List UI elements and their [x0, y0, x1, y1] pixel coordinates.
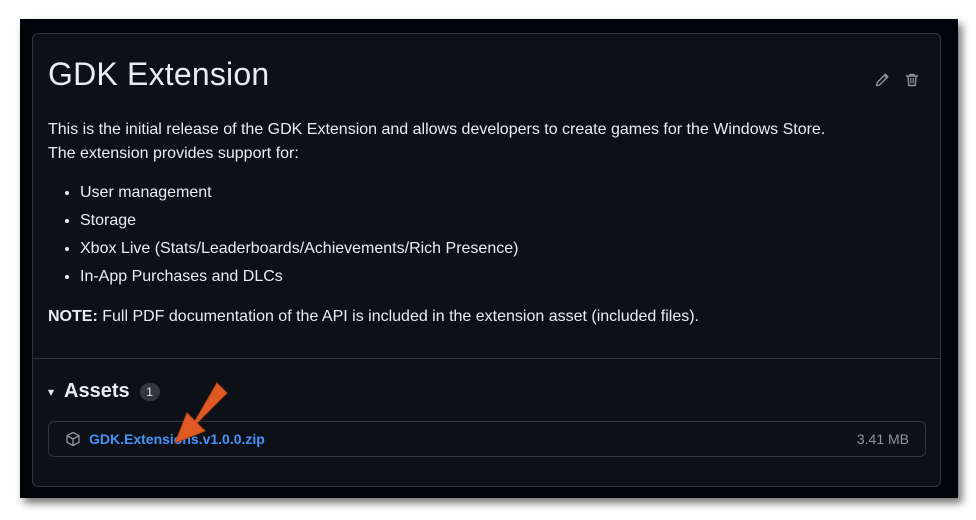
trash-icon	[905, 73, 919, 87]
package-icon	[65, 431, 81, 447]
annotation-arrow-icon	[174, 382, 228, 444]
asset-size: 3.41 MB	[856, 431, 909, 447]
feature-item: Xbox Live (Stats/Leaderboards/Achievemen…	[80, 235, 918, 263]
note-text: Full PDF documentation of the API is inc…	[97, 308, 699, 325]
feature-list: User management Storage Xbox Live (Stats…	[48, 179, 918, 291]
note-label: NOTE:	[48, 308, 98, 325]
release-body: This is the initial release of the GDK E…	[48, 118, 918, 329]
release-note: NOTE: Full PDF documentation of the API …	[48, 305, 918, 329]
edit-button[interactable]	[874, 72, 890, 88]
assets-toggle[interactable]: ▾ Assets 1	[48, 380, 160, 403]
section-divider	[33, 358, 940, 359]
delete-button[interactable]	[904, 72, 920, 88]
assets-label: Assets	[64, 380, 130, 402]
description-line-1: This is the initial release of the GDK E…	[48, 121, 826, 138]
feature-item: Storage	[80, 207, 918, 235]
feature-item: User management	[80, 179, 918, 207]
feature-item: In-App Purchases and DLCs	[80, 263, 918, 291]
screenshot-frame: GDK Extension This is the initial releas…	[20, 19, 958, 498]
assets-count-badge: 1	[139, 382, 160, 401]
release-title: GDK Extension	[48, 56, 270, 92]
caret-down-icon: ▾	[48, 384, 55, 399]
pencil-icon	[875, 73, 889, 87]
release-actions	[874, 72, 920, 88]
description-line-2: The extension provides support for:	[48, 145, 299, 162]
